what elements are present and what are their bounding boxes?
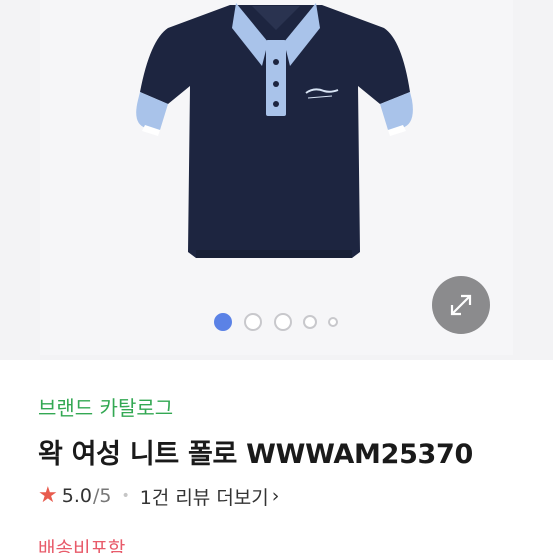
gallery-dot-5[interactable] (328, 317, 338, 327)
chevron-right-icon: › (271, 485, 280, 507)
gallery-dot-3[interactable] (274, 313, 292, 331)
rating-score: 5.0 (61, 485, 92, 507)
rating-max: 5 (99, 485, 112, 507)
gallery-pagination (0, 313, 553, 331)
product-gallery[interactable] (0, 0, 553, 360)
gallery-dot-1[interactable] (214, 313, 232, 331)
rating-separator: • (121, 488, 130, 504)
star-icon: ★ (38, 483, 58, 508)
gallery-dot-4[interactable] (303, 315, 317, 329)
button-3 (273, 101, 279, 107)
brand-catalog-link[interactable]: 브랜드 카탈로그 (38, 392, 173, 421)
product-title: 왁 여성 니트 폴로 WWWAM25370 (38, 439, 474, 470)
gallery-dot-2[interactable] (244, 313, 262, 331)
review-more-link[interactable]: 1건 리뷰 더보기 (140, 483, 269, 510)
button-2 (273, 81, 279, 87)
hem-band (196, 250, 352, 258)
rating-row: ★ 5.0 / 5 • 1건 리뷰 더보기 › (38, 483, 279, 509)
button-1 (273, 59, 279, 65)
shipping-included-label: 배송비포함 (38, 538, 126, 553)
